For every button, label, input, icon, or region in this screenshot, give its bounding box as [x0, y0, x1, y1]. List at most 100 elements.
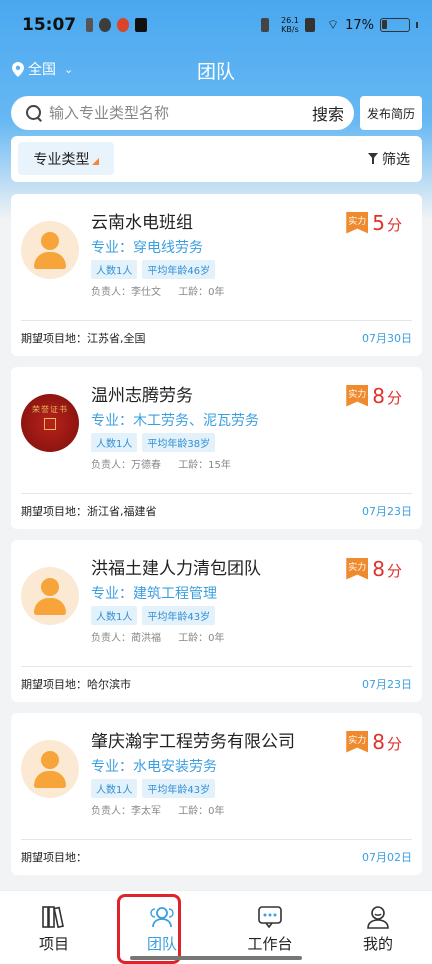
chat-icon: [258, 906, 282, 929]
post-date: 07月23日: [362, 678, 412, 691]
home-indicator: [130, 956, 302, 960]
work-years: 工龄：15年: [178, 460, 231, 471]
post-date: 07月30日: [362, 332, 412, 345]
team-card[interactable]: 洪福土建人力清包团队 专业：建筑工程管理 人数1人 平均年龄43岁 负责人：蔺洪…: [11, 540, 422, 702]
score-unit: 分: [386, 735, 402, 753]
team-specialty: 专业：建筑工程管理: [91, 586, 217, 602]
net-speed-unit: KB/s: [281, 25, 299, 34]
strength-badge: 实力: [346, 384, 369, 407]
strength-score: 实力 8 分: [346, 383, 402, 408]
team-name: 温州志腾劳务: [91, 386, 193, 406]
score-value: 5: [372, 210, 385, 235]
divider: [21, 493, 412, 494]
nav-label: 我的: [362, 935, 393, 953]
people-count-tag: 人数1人: [91, 433, 138, 452]
nav-item-projects[interactable]: 项目: [0, 891, 108, 964]
nav-label: 工作台: [247, 935, 293, 953]
score-value: 8: [372, 729, 385, 754]
team-specialty: 专业：穿电线劳务: [91, 240, 203, 256]
title-bar: 全国 ⌄ 团队: [0, 55, 432, 87]
strength-badge: 实力: [346, 730, 369, 753]
strength-badge: 实力: [346, 557, 369, 580]
battery-cap: [416, 22, 418, 28]
status-time: 15:07: [22, 15, 77, 35]
team-card[interactable]: 肇庆瀚宇工程劳务有限公司 专业：水电安装劳务 人数1人 平均年龄43岁 负责人：…: [11, 713, 422, 875]
nav-item-profile[interactable]: 我的: [324, 891, 432, 964]
average-age-tag: 平均年龄43岁: [142, 779, 216, 798]
expected-location: 期望项目地：: [21, 851, 87, 864]
team-card[interactable]: 荣誉证书 温州志腾劳务 专业：木工劳务、泥瓦劳务 人数1人 平均年龄38岁 负责…: [11, 367, 422, 529]
search-icon: [25, 104, 43, 122]
work-years: 工龄：0年: [178, 806, 225, 817]
team-specialty: 专业：木工劳务、泥瓦劳务: [91, 413, 259, 429]
expected-location: 期望项目地：哈尔滨市: [21, 678, 131, 691]
status-bar: 15:07 26.1 KB/s ⌔ 17%: [0, 0, 432, 50]
expected-location: 期望项目地：浙江省,福建省: [21, 505, 157, 518]
team-specialty: 专业：水电安装劳务: [91, 759, 217, 775]
filter-button[interactable]: 筛选: [368, 149, 410, 169]
search-input[interactable]: [49, 104, 312, 122]
leader: 负责人：蔺洪福: [91, 633, 161, 644]
people-count-tag: 人数1人: [91, 779, 138, 798]
team-meta: 负责人：万德春 工龄：15年: [91, 456, 245, 471]
filter-label: 筛选: [382, 152, 410, 168]
no-sim-icon: [304, 18, 315, 32]
team-meta: 负责人：李太军 工龄：0年: [91, 802, 239, 817]
leader: 负责人：万德春: [91, 460, 161, 471]
people-count-tag: 人数1人: [91, 260, 138, 279]
filter-bar: 专业类型 筛选: [11, 136, 422, 182]
post-date: 07月23日: [362, 505, 412, 518]
person-icon-body: [34, 598, 66, 615]
sim-icon: [86, 18, 94, 32]
dropdown-triangle-icon: [91, 158, 99, 165]
publish-resume-button[interactable]: 发布简历: [360, 96, 422, 130]
work-years: 工龄：0年: [178, 287, 225, 298]
profile-icon: [367, 906, 389, 929]
score-unit: 分: [386, 216, 402, 234]
average-age-tag: 平均年龄46岁: [142, 260, 216, 279]
person-icon: [41, 751, 59, 769]
avatar: 荣誉证书: [21, 394, 79, 452]
team-name: 洪福土建人力清包团队: [91, 559, 261, 579]
person-icon-body: [34, 771, 66, 788]
net-speed: 26.1 KB/s: [281, 16, 299, 34]
wifi-icon: ⌔: [326, 18, 340, 33]
team-name: 肇庆瀚宇工程劳务有限公司: [91, 732, 295, 752]
strength-badge: 实力: [346, 211, 369, 234]
certificate-photo-text: 荣誉证书: [32, 405, 68, 414]
vibrate-icon: [261, 18, 270, 32]
expected-location: 期望项目地：江苏省,全国: [21, 332, 146, 345]
battery-icon: [380, 18, 410, 32]
search-button[interactable]: 搜索: [312, 101, 344, 125]
specialty-type-dropdown[interactable]: 专业类型: [18, 142, 114, 175]
strength-score: 实力 5 分: [346, 210, 402, 235]
books-icon: [42, 906, 64, 929]
team-meta: 负责人：李仕文 工龄：0年: [91, 283, 239, 298]
score-unit: 分: [386, 562, 402, 580]
avatar: [21, 567, 79, 625]
score-value: 8: [372, 556, 385, 581]
work-years: 工龄：0年: [178, 633, 225, 644]
nav-item-workbench[interactable]: 工作台: [216, 891, 324, 964]
leader: 负责人：李仕文: [91, 287, 161, 298]
average-age-tag: 平均年龄38岁: [142, 433, 216, 452]
people-count-tag: 人数1人: [91, 606, 138, 625]
post-date: 07月02日: [362, 851, 412, 864]
person-icon-body: [34, 252, 66, 269]
tiktok-icon: [135, 18, 148, 32]
score-value: 8: [372, 383, 385, 408]
search-bar: 搜索: [11, 96, 354, 130]
score-unit: 分: [386, 389, 402, 407]
funnel-icon: [368, 153, 378, 165]
divider: [21, 666, 412, 667]
strength-score: 实力 8 分: [346, 556, 402, 581]
team-meta: 负责人：蔺洪福 工龄：0年: [91, 629, 239, 644]
divider: [21, 839, 412, 840]
strength-score: 实力 8 分: [346, 729, 402, 754]
battery-text: 17%: [345, 17, 374, 33]
weibo-icon: [117, 18, 130, 32]
page-title: 团队: [196, 61, 235, 83]
team-name: 云南水电班组: [91, 213, 193, 233]
team-card[interactable]: 云南水电班组 专业：穿电线劳务 人数1人 平均年龄46岁 负责人：李仕文 工龄：…: [11, 194, 422, 356]
bottom-navigation: 项目 团队 工作台 我的: [0, 890, 432, 964]
